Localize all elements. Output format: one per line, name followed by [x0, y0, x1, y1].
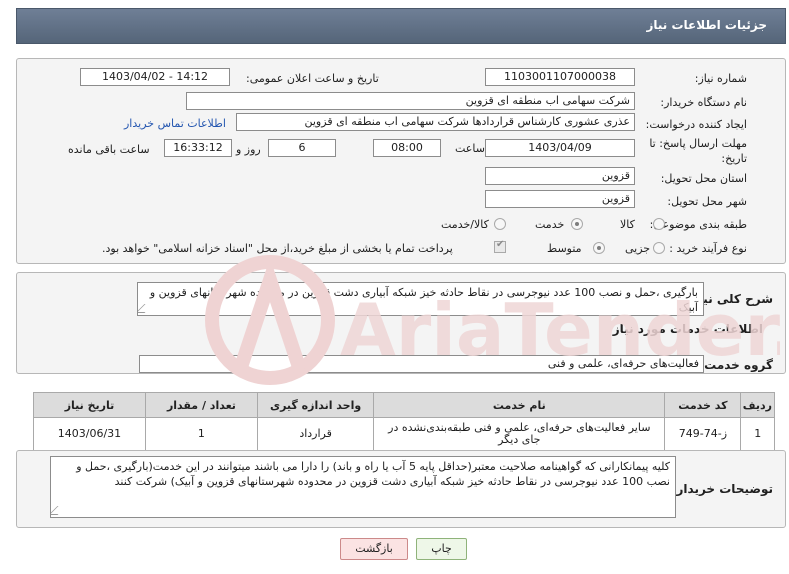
- col-header-need-date: تاریخ نیاز: [33, 392, 146, 418]
- time-left-field: 16:33:12: [164, 139, 232, 157]
- general-desc-text: بارگیری ،حمل و نصب 100 عدد نیوجرسی در نق…: [149, 286, 698, 314]
- col-header-service-name: نام خدمت: [373, 392, 666, 418]
- remaining-label: ساعت باقی مانده: [68, 143, 150, 156]
- delivery-province-label: استان محل تحویل:: [660, 172, 747, 185]
- buyer-org-field: شرکت سهامی اب منطقه ای قزوین: [186, 92, 635, 110]
- deadline-date-field: 1403/04/09: [485, 139, 635, 157]
- purchase-medium-label: متوسط: [547, 242, 582, 255]
- services-info-heading: اطلاعات خدمات مورد نیاز: [612, 322, 763, 336]
- purchase-medium-radio[interactable]: [593, 242, 605, 254]
- delivery-city-field: قزوین: [485, 190, 635, 208]
- need-number-field: 1103001107000038: [485, 68, 635, 86]
- days-left-field: 6: [268, 139, 336, 157]
- deadline-time-label: ساعت: [455, 142, 485, 155]
- need-number-label: شماره نیاز:: [694, 72, 747, 85]
- purchase-partial-label: جزیی: [625, 242, 651, 255]
- announce-datetime-label: تاریخ و ساعت اعلان عمومی:: [246, 72, 379, 85]
- resize-grip-icon[interactable]: [138, 304, 154, 313]
- back-button[interactable]: بازگشت: [340, 538, 408, 560]
- cell-quantity: 1: [144, 417, 258, 451]
- title-bar: جزئیات اطلاعات نیاز: [16, 8, 786, 44]
- announce-datetime-field: 1403/04/02 - 14:12: [80, 68, 230, 86]
- cell-service-name: سایر فعالیت‌های حرفه‌ای، علمی و فنی طبقه…: [373, 417, 666, 451]
- buyer-contact-link[interactable]: اطلاعات تماس خریدار: [124, 117, 226, 130]
- category-goods-label: کالا: [620, 218, 635, 231]
- category-service-radio[interactable]: [571, 218, 583, 230]
- delivery-province-field: قزوین: [485, 167, 635, 185]
- page-title: جزئیات اطلاعات نیاز: [646, 18, 767, 32]
- delivery-city-label: شهر محل تحویل:: [667, 195, 747, 208]
- services-table: ردیف کد خدمت نام خدمت واحد اندازه گیری ت…: [33, 392, 775, 451]
- purchase-partial-radio[interactable]: [653, 242, 665, 254]
- print-button[interactable]: چاپ: [416, 538, 467, 560]
- requester-field: عذری عشوری کارشناس قراردادها شرکت سهامی …: [236, 113, 635, 131]
- buyer-org-label: نام دستگاه خریدار:: [660, 96, 747, 109]
- table-row: 1 ز-74-749 سایر فعالیت‌های حرفه‌ای، علمی…: [33, 417, 775, 451]
- col-header-service-code: کد خدمت: [664, 392, 742, 418]
- treasury-checkbox[interactable]: [494, 239, 506, 253]
- cell-unit: قرارداد: [256, 417, 375, 451]
- cell-need-date: 1403/06/31: [33, 417, 146, 451]
- cell-row-index: 1: [740, 417, 775, 451]
- resize-grip-icon[interactable]: [51, 506, 67, 515]
- requester-label: ایجاد کننده درخواست:: [645, 118, 747, 131]
- category-service-label: خدمت: [535, 218, 565, 231]
- day-and-label: روز و: [236, 143, 261, 156]
- category-goods-service-label: کالا/خدمت: [441, 218, 489, 231]
- service-group-label: گروه خدمت:: [699, 358, 773, 372]
- table-header-row: ردیف کد خدمت نام خدمت واحد اندازه گیری ت…: [33, 392, 775, 418]
- buyer-notes-text: کلیه پیمانکارانی که گواهینامه صلاحیت معت…: [76, 460, 670, 488]
- category-goods-radio[interactable]: [653, 218, 665, 230]
- col-header-row-index: ردیف: [740, 392, 775, 418]
- category-goods-service-radio[interactable]: [494, 218, 506, 230]
- buyer-notes-textarea[interactable]: کلیه پیمانکارانی که گواهینامه صلاحیت معت…: [50, 456, 676, 518]
- deadline-label: مهلت ارسال پاسخ: تا تاریخ:: [649, 137, 747, 165]
- general-desc-textarea[interactable]: بارگیری ،حمل و نصب 100 عدد نیوجرسی در نق…: [137, 282, 704, 316]
- buyer-notes-label: توضیحات خریدار:: [671, 482, 773, 496]
- cell-service-code: ز-74-749: [664, 417, 742, 451]
- col-header-quantity: تعداد / مقدار: [144, 392, 258, 418]
- col-header-unit: واحد اندازه گیری: [256, 392, 375, 418]
- purchase-type-label: نوع فرآیند خرید :: [669, 242, 747, 255]
- service-group-field: فعالیت‌های حرفه‌ای، علمی و فنی: [139, 355, 704, 373]
- treasury-note: پرداخت تمام یا بخشی از مبلغ خرید،از محل …: [102, 242, 453, 255]
- deadline-time-field: 08:00: [373, 139, 441, 157]
